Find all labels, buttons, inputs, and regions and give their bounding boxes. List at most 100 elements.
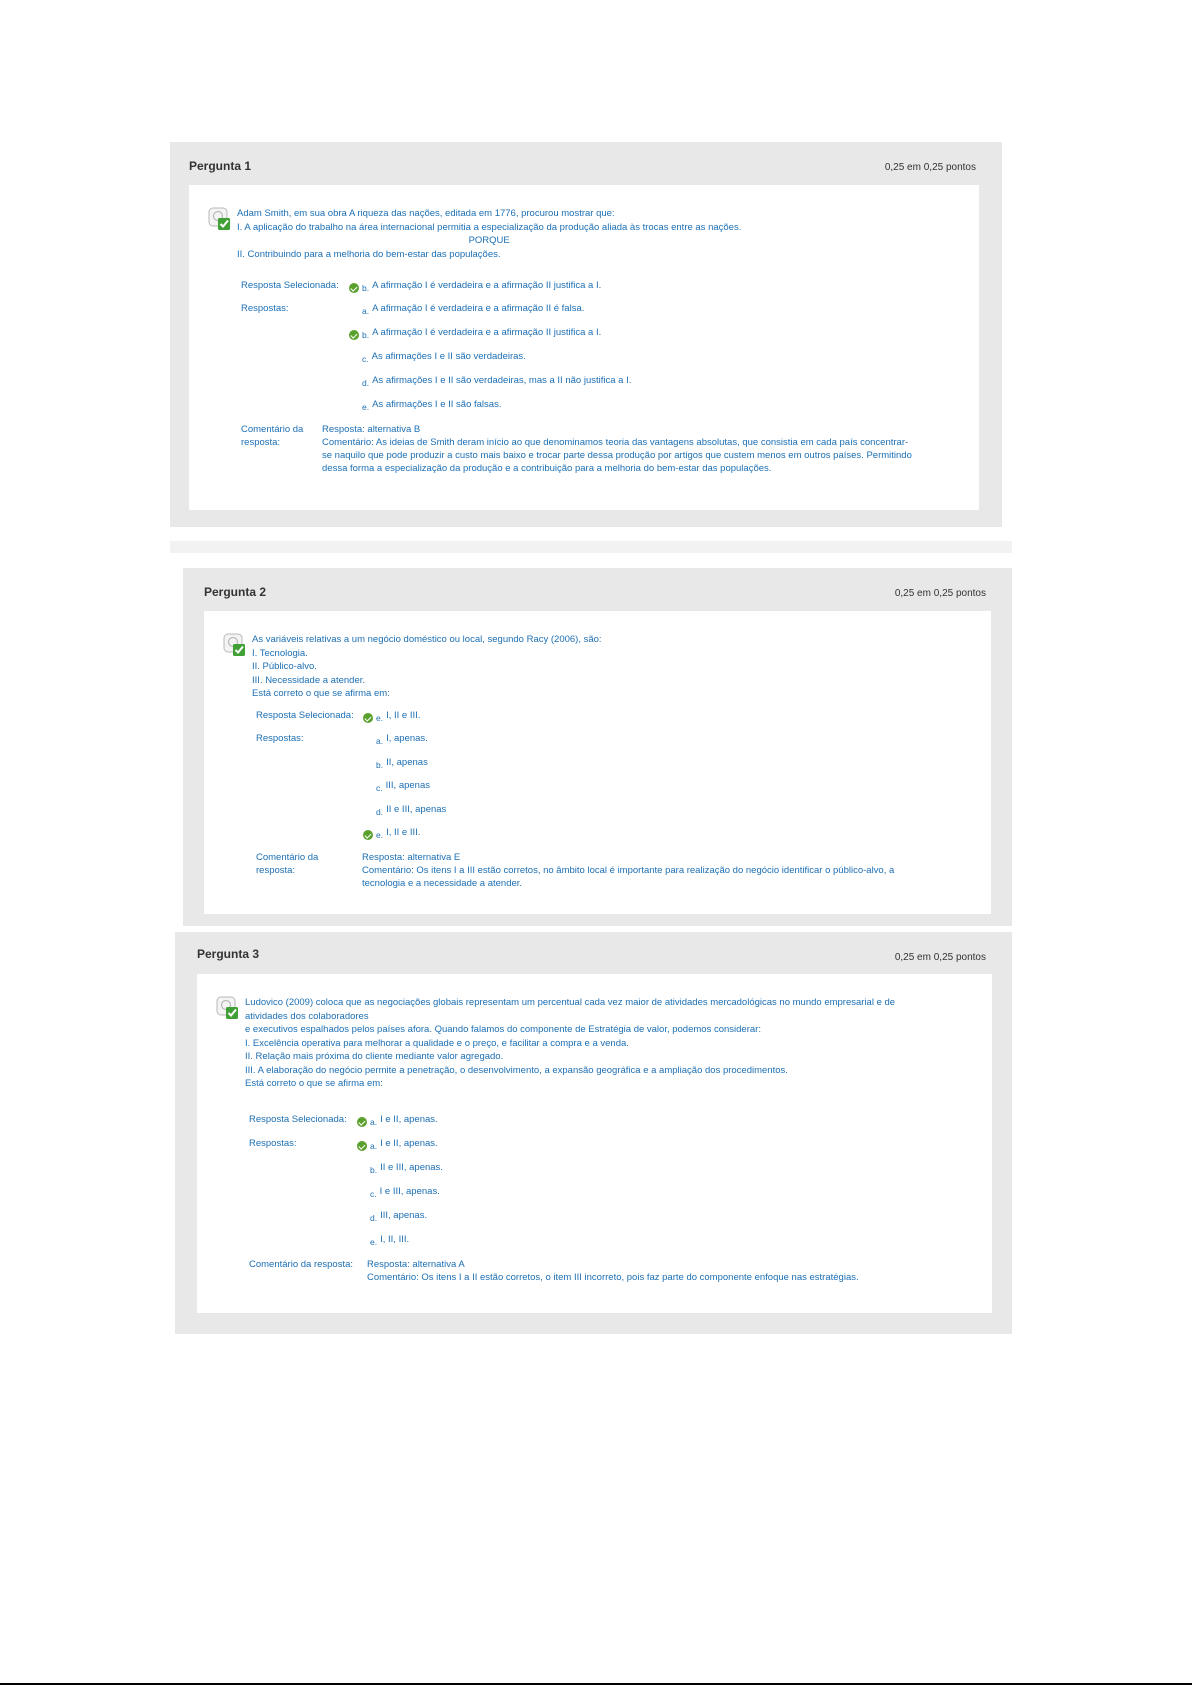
question-line: Está correto o que se afirma em: xyxy=(245,1078,383,1089)
selected-answer: a. I e II, apenas. xyxy=(370,1113,438,1127)
question-line: Ludovico (2009) coloca que as negociaçõe… xyxy=(245,997,896,1008)
graded-correct-icon xyxy=(223,633,245,656)
answer-option: b. II, apenas xyxy=(376,756,428,770)
question-body: Adam Smith, em sua obra A riqueza das na… xyxy=(189,185,979,510)
answer-option: c. As afirmações I e II são verdadeiras. xyxy=(362,350,526,364)
option-text: As afirmações I e II são verdadeiras, ma… xyxy=(372,375,632,386)
comment-line: Resposta: alternativa B xyxy=(322,424,421,435)
option-letter: d. xyxy=(362,378,370,388)
option-text: I e II, apenas. xyxy=(380,1114,438,1125)
comment-label: Comentário da resposta: xyxy=(241,423,303,449)
answers-label: Respostas: xyxy=(256,733,304,744)
answer-option: d. III, apenas. xyxy=(370,1209,428,1223)
answer-option: c. I e III, apenas. xyxy=(370,1185,440,1199)
answer-option: b. II e III, apenas. xyxy=(370,1161,443,1175)
correct-check-icon xyxy=(363,830,373,840)
question-body: As variáveis relativas a um negócio domé… xyxy=(204,611,991,914)
option-letter: e. xyxy=(376,713,384,723)
answer-option: a. I e II, apenas. xyxy=(370,1137,438,1151)
comment-label-line: Comentário da xyxy=(241,424,304,435)
option-letter: a. xyxy=(370,1141,378,1151)
option-text: I, apenas. xyxy=(386,733,428,744)
question-line: PORQUE xyxy=(468,235,510,246)
question-line: III. Necessidade a atender. xyxy=(252,674,366,686)
option-text: A afirmação I é verdadeira e a afirmação… xyxy=(372,280,602,291)
comment-label-line: Comentário da xyxy=(256,852,319,863)
question-title: Pergunta 3 xyxy=(197,947,260,961)
selected-answer: e. I, II e III. xyxy=(376,709,421,723)
question-points: 0,25 em 0,25 pontos xyxy=(884,162,976,173)
selected-answer-label: Resposta Selecionada: xyxy=(249,1114,347,1125)
correct-check-icon xyxy=(349,283,359,293)
option-letter: c. xyxy=(376,783,383,793)
comment-line: Comentário: Os itens I a II estão corret… xyxy=(367,1272,859,1283)
graded-correct-icon xyxy=(208,207,230,230)
question-line: I. Excelência operativa para melhorar a … xyxy=(245,1037,629,1049)
answer-option: a. A afirmação I é verdadeira e a afirmaç… xyxy=(362,302,585,316)
option-letter: b. xyxy=(362,283,370,293)
option-letter: a. xyxy=(376,736,384,746)
option-text: II, apenas xyxy=(386,757,428,768)
option-text: As afirmações I e II são verdadeiras. xyxy=(371,351,526,362)
option-letter: d. xyxy=(370,1213,378,1223)
option-letter: e. xyxy=(370,1237,378,1247)
option-letter: a. xyxy=(370,1117,378,1127)
question-title: Pergunta 1 xyxy=(189,159,252,173)
option-text: I e III, apenas. xyxy=(379,1186,440,1197)
question-line: I. A aplicação do trabalho na área inter… xyxy=(237,221,742,233)
correct-check-icon xyxy=(349,330,359,340)
option-text: III, apenas. xyxy=(380,1210,428,1221)
option-text: I, II e III. xyxy=(386,827,421,838)
option-text: I e II, apenas. xyxy=(380,1138,438,1149)
question-card-3: Pergunta 3 0,25 em 0,25 pontos Ludovico … xyxy=(175,932,1012,1334)
option-letter: c. xyxy=(370,1189,377,1199)
option-letter: b. xyxy=(362,330,370,340)
question-text: Ludovico (2009) coloca que as negociaçõe… xyxy=(245,996,895,1091)
answer-option: e. I, II e III. xyxy=(376,826,421,840)
option-letter: b. xyxy=(376,760,384,770)
option-text: As afirmações I e II são falsas. xyxy=(372,399,502,410)
correct-check-icon xyxy=(357,1117,367,1127)
comment-line: dessa forma a especialização da produção… xyxy=(322,463,772,474)
answer-option: b. A afirmação I é verdadeira e a afirmaç… xyxy=(362,326,602,340)
option-text: A afirmação I é verdadeira e a afirmação… xyxy=(372,303,585,314)
question-line: II. Contribuindo para a melhoria do bem-… xyxy=(237,248,501,260)
question-line: III. A elaboração do negócio permite a p… xyxy=(245,1064,788,1076)
separator xyxy=(170,541,1012,553)
answer-option: e. I, II, III. xyxy=(370,1233,410,1247)
question-line: Está correto o que se afirma em: xyxy=(252,688,390,699)
option-letter: e. xyxy=(362,402,370,412)
answer-option: d. II e III, apenas xyxy=(376,803,447,817)
selected-answer: b. A afirmação I é verdadeira e a afirmaç… xyxy=(362,279,602,293)
answer-option: d. As afirmações I e II são verdadeiras, … xyxy=(362,374,632,388)
comment-line: Resposta: alternativa A xyxy=(367,1259,465,1270)
option-letter: d. xyxy=(376,807,384,817)
question-title: Pergunta 2 xyxy=(204,585,267,599)
question-line: I. Tecnologia. xyxy=(252,647,308,659)
option-text: A afirmação I é verdadeira e a afirmação… xyxy=(372,327,602,338)
correct-check-icon xyxy=(357,1141,367,1151)
option-text: II e III, apenas xyxy=(386,804,447,815)
option-letter: b. xyxy=(370,1165,378,1175)
question-line: atividades dos colaboradores xyxy=(245,1010,369,1022)
option-text: III, apenas xyxy=(385,780,430,791)
option-text: I, II e III. xyxy=(386,710,421,721)
comment-label: Comentário da resposta: xyxy=(256,851,318,877)
question-points: 0,25 em 0,25 pontos xyxy=(894,588,986,599)
option-text: I, II, III. xyxy=(380,1234,410,1245)
comment-text: Resposta: alternativa E Comentário: Os i… xyxy=(362,851,894,890)
comment-label-line: resposta: xyxy=(256,865,296,876)
correct-check-icon xyxy=(363,713,373,723)
graded-correct-icon xyxy=(216,996,238,1019)
option-text: II e III, apenas. xyxy=(380,1162,443,1173)
question-text: As variáveis relativas a um negócio domé… xyxy=(252,633,602,701)
answer-option: e. As afirmações I e II são falsas. xyxy=(362,398,502,412)
question-text: Adam Smith, em sua obra A riqueza das na… xyxy=(237,207,741,261)
answer-option: c. III, apenas xyxy=(376,779,430,793)
question-line: Adam Smith, em sua obra A riqueza das na… xyxy=(237,208,615,219)
comment-label: Comentário da resposta: xyxy=(249,1259,354,1270)
comment-line: Resposta: alternativa E xyxy=(362,852,461,863)
question-line: e executivos espalhados pelos países afo… xyxy=(245,1024,761,1035)
comment-text: Resposta: alternativa A Comentário: Os i… xyxy=(367,1258,859,1284)
comment-label-line: resposta: xyxy=(241,437,281,448)
